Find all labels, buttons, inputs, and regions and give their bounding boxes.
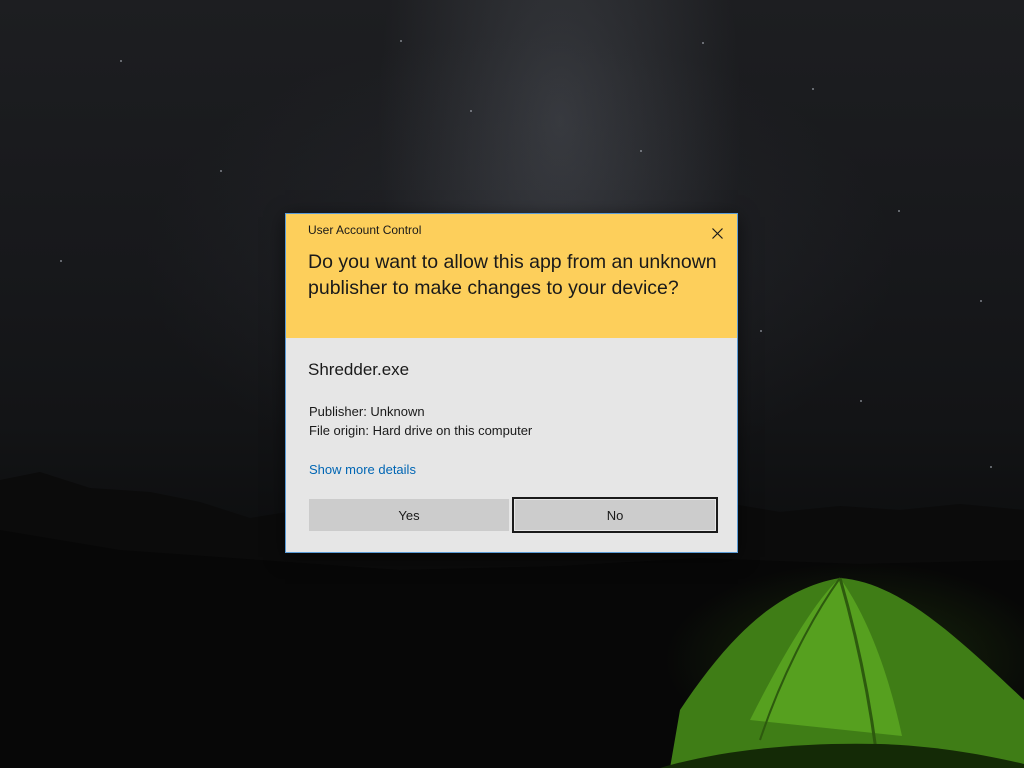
tent-illustration <box>660 577 1024 768</box>
yes-button-label: Yes <box>398 507 420 523</box>
uac-question: Do you want to allow this app from an un… <box>308 251 717 299</box>
yes-button[interactable]: Yes <box>309 499 509 531</box>
publisher-info: Publisher: Unknown <box>309 404 425 419</box>
show-more-details-link[interactable]: Show more details <box>309 462 416 477</box>
no-button[interactable]: No <box>512 497 718 533</box>
close-icon <box>711 227 723 239</box>
dialog-header: User Account Control Do you want to allo… <box>286 214 737 338</box>
no-button-label: No <box>606 507 624 523</box>
dialog-title: User Account Control <box>308 223 422 237</box>
close-button[interactable] <box>706 222 728 244</box>
uac-dialog: User Account Control Do you want to allo… <box>285 213 738 553</box>
file-origin-info: File origin: Hard drive on this computer <box>309 423 533 438</box>
app-name: Shredder.exe <box>308 360 410 379</box>
